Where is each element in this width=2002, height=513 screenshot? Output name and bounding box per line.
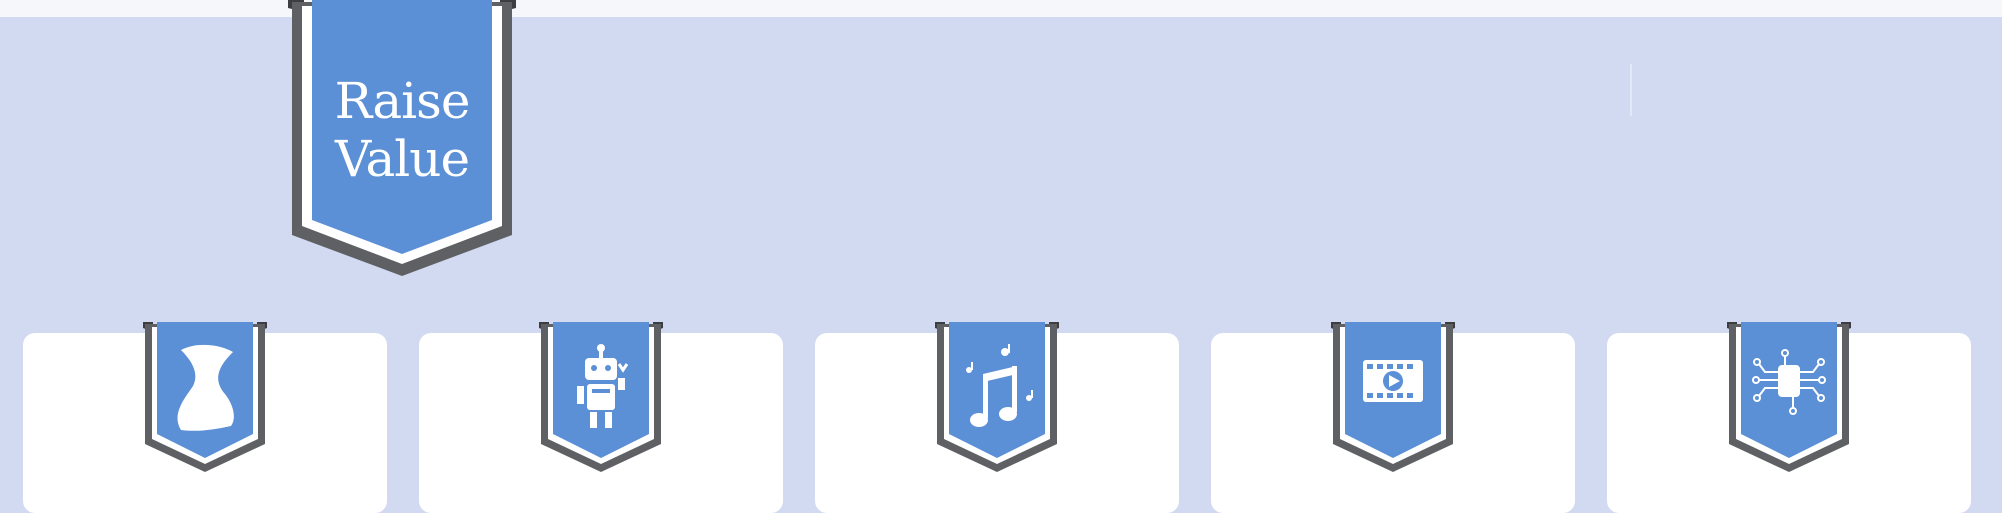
hero-title-line-2: Value <box>334 130 470 188</box>
video-player-icon <box>1363 360 1423 402</box>
hero-title: Raise Value <box>316 72 488 188</box>
category-ribbon-4 <box>1331 322 1455 472</box>
category-ribbon-3 <box>935 322 1059 472</box>
category-ribbon-1 <box>143 322 267 472</box>
category-ribbon-2 <box>539 322 663 472</box>
category-ribbon-5 <box>1727 322 1851 472</box>
hero-title-line-1: Raise <box>334 72 471 130</box>
divider <box>1630 64 1632 116</box>
